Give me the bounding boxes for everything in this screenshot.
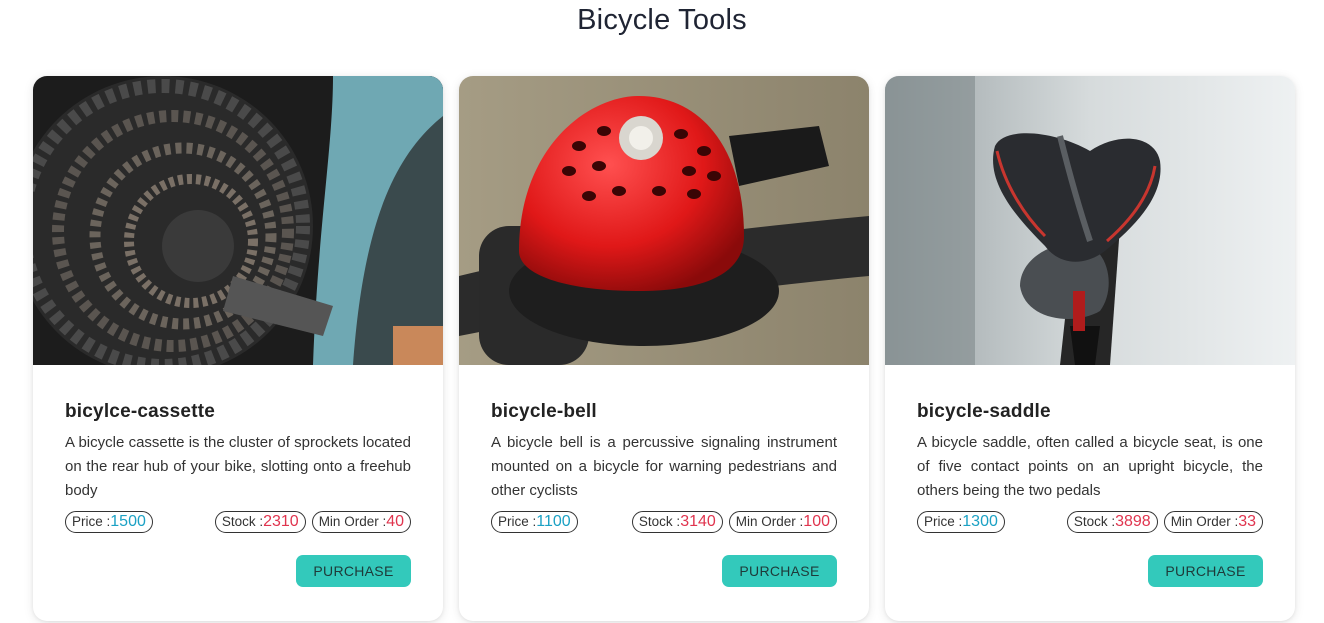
stock-value: 2310 xyxy=(263,513,299,530)
product-badges: Price :1500 Stock :2310 Min Order :40 xyxy=(65,511,411,533)
page-title: Bicycle Tools xyxy=(577,4,747,36)
purchase-wrap: PURCHASE xyxy=(491,555,837,587)
min-order-badge: Min Order :40 xyxy=(311,511,411,533)
card-body: bicycle-saddle A bicycle saddle, often c… xyxy=(885,401,1295,587)
stock-label: Stock : xyxy=(221,514,264,529)
product-card: bicylce-cassette A bicycle cassette is t… xyxy=(33,76,443,621)
product-badges: Price :1100 Stock :3140 Min Order :100 xyxy=(491,511,837,533)
stock-label: Stock : xyxy=(638,514,681,529)
price-label: Price : xyxy=(72,514,111,529)
min-order-value: 100 xyxy=(803,513,830,530)
min-order-label: Min Order : xyxy=(318,514,387,529)
price-label: Price : xyxy=(924,514,963,529)
product-card: bicycle-bell A bicycle bell is a percuss… xyxy=(459,76,869,621)
price-value: 1500 xyxy=(110,513,146,530)
stock-badge: Stock :3140 xyxy=(631,511,723,533)
badges-right: Stock :3898 Min Order :33 xyxy=(1066,511,1263,533)
price-badge: Price :1300 xyxy=(917,511,1005,533)
product-image-saddle xyxy=(885,76,1295,365)
purchase-button[interactable]: PURCHASE xyxy=(296,555,411,587)
purchase-button[interactable]: PURCHASE xyxy=(722,555,837,587)
product-description: A bicycle saddle, often called a bicycle… xyxy=(917,434,1263,499)
card-body: bicycle-bell A bicycle bell is a percuss… xyxy=(459,401,869,587)
product-badges: Price :1300 Stock :3898 Min Order :33 xyxy=(917,511,1263,533)
product-name: bicycle-saddle xyxy=(917,401,1051,422)
badges-right: Stock :2310 Min Order :40 xyxy=(214,511,411,533)
product-description: A bicycle bell is a percussive signaling… xyxy=(491,434,837,499)
stock-badge: Stock :2310 xyxy=(214,511,306,533)
product-image-cassette xyxy=(33,76,443,365)
product-name: bicycle-bell xyxy=(491,401,597,422)
product-cards: bicylce-cassette A bicycle cassette is t… xyxy=(33,76,1295,621)
min-order-badge: Min Order :33 xyxy=(1163,511,1263,533)
purchase-button[interactable]: PURCHASE xyxy=(1148,555,1263,587)
min-order-label: Min Order : xyxy=(1170,514,1239,529)
price-badge: Price :1100 xyxy=(491,511,578,533)
min-order-value: 33 xyxy=(1238,513,1256,530)
product-description: A bicycle cassette is the cluster of spr… xyxy=(65,434,411,499)
min-order-badge: Min Order :100 xyxy=(728,511,837,533)
product-name: bicylce-cassette xyxy=(65,401,216,422)
stock-badge: Stock :3898 xyxy=(1066,511,1158,533)
product-card: bicycle-saddle A bicycle saddle, often c… xyxy=(885,76,1295,621)
min-order-value: 40 xyxy=(386,513,404,530)
price-badge: Price :1500 xyxy=(65,511,153,533)
stock-value: 3140 xyxy=(680,513,716,530)
badges-right: Stock :3140 Min Order :100 xyxy=(631,511,837,533)
purchase-wrap: PURCHASE xyxy=(917,555,1263,587)
min-order-label: Min Order : xyxy=(735,514,804,529)
stock-label: Stock : xyxy=(1073,514,1116,529)
purchase-wrap: PURCHASE xyxy=(65,555,411,587)
stock-value: 3898 xyxy=(1115,513,1151,530)
price-label: Price : xyxy=(498,514,537,529)
price-value: 1100 xyxy=(536,513,571,530)
product-image-bell xyxy=(459,76,869,365)
card-body: bicylce-cassette A bicycle cassette is t… xyxy=(33,401,443,587)
price-value: 1300 xyxy=(962,513,998,530)
